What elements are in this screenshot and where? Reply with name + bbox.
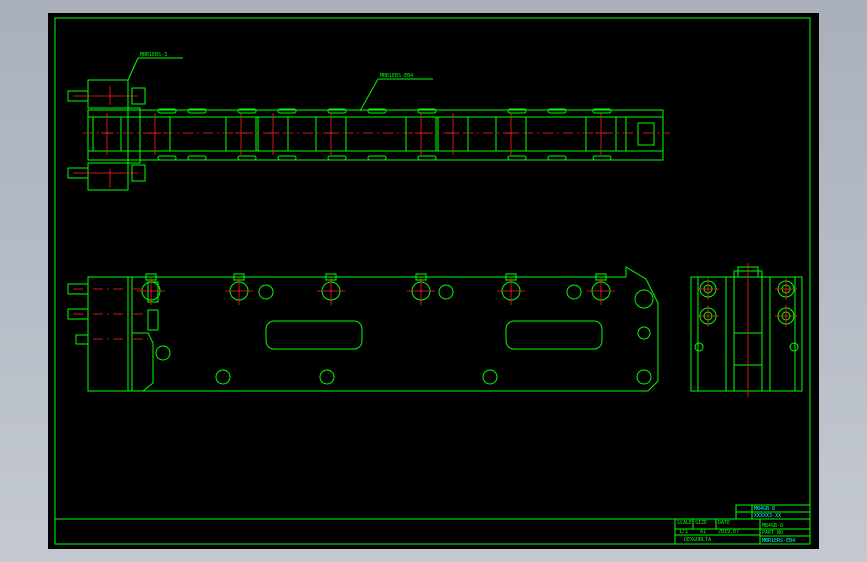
round-hole [438, 284, 454, 300]
pin-bottom [547, 155, 567, 161]
cad-drawing-viewport[interactable]: MBR1ERS-3 MBR1ERS-EB4 SCALE SIZE DATE 1/… [48, 13, 819, 549]
tb-right-top-1: MB4GB-8 [754, 506, 775, 512]
pin-bottom [157, 155, 177, 161]
pin-bottom [237, 155, 257, 161]
label-top-left: MBR1ERS-3 [140, 52, 167, 58]
tb-codes: XXXXX3-XX [754, 513, 781, 519]
tb-size-value: A1 [700, 529, 706, 535]
pin-bottom [327, 155, 347, 161]
round-hole [482, 369, 498, 385]
cad-drawing-canvas[interactable]: MBR1ERS-3 MBR1ERS-EB4 SCALE SIZE DATE 1/… [48, 13, 819, 549]
tb-part-no-header: PART NO [762, 530, 783, 536]
pin-bottom [367, 155, 387, 161]
tb-date-header: DATE [718, 520, 730, 526]
side-small-hole [789, 342, 799, 352]
round-hole [155, 345, 171, 361]
title-block: SCALE SIZE DATE 1/1 A1 2019.07 DEXGORLTA… [674, 504, 811, 545]
tb-company: DEXGORLTA [684, 537, 711, 543]
tb-scale-header: SCALE [677, 520, 692, 526]
slot-left [265, 320, 363, 350]
tb-right-mid: MB4GB-8 [762, 523, 783, 529]
tb-date-value: 2019.07 [718, 529, 739, 535]
round-hole [634, 289, 654, 309]
tb-size-header: SIZE [695, 520, 707, 526]
side-view [690, 263, 803, 397]
tb-part-no: MBR1ERS-EB4 [762, 538, 795, 544]
end-block-top [87, 79, 129, 109]
round-hole [258, 284, 274, 300]
drawing-border-outer [54, 17, 811, 545]
pin-bottom [592, 155, 612, 161]
pin-bottom [187, 155, 207, 161]
label-top-right: MBR1ERS-EB4 [380, 73, 413, 79]
pin-bottom [507, 155, 527, 161]
end-block-bottom [87, 162, 129, 191]
tb-scale-value: 1/1 [679, 529, 688, 535]
top-view [67, 79, 670, 191]
pin-bottom [277, 155, 297, 161]
round-hole [319, 369, 335, 385]
pin-bottom [417, 155, 437, 161]
round-hole [637, 326, 651, 340]
round-hole [636, 369, 652, 385]
slot-right [505, 320, 603, 350]
round-hole [566, 284, 582, 300]
side-small-hole [694, 342, 704, 352]
front-view [67, 266, 659, 392]
round-hole [215, 369, 231, 385]
